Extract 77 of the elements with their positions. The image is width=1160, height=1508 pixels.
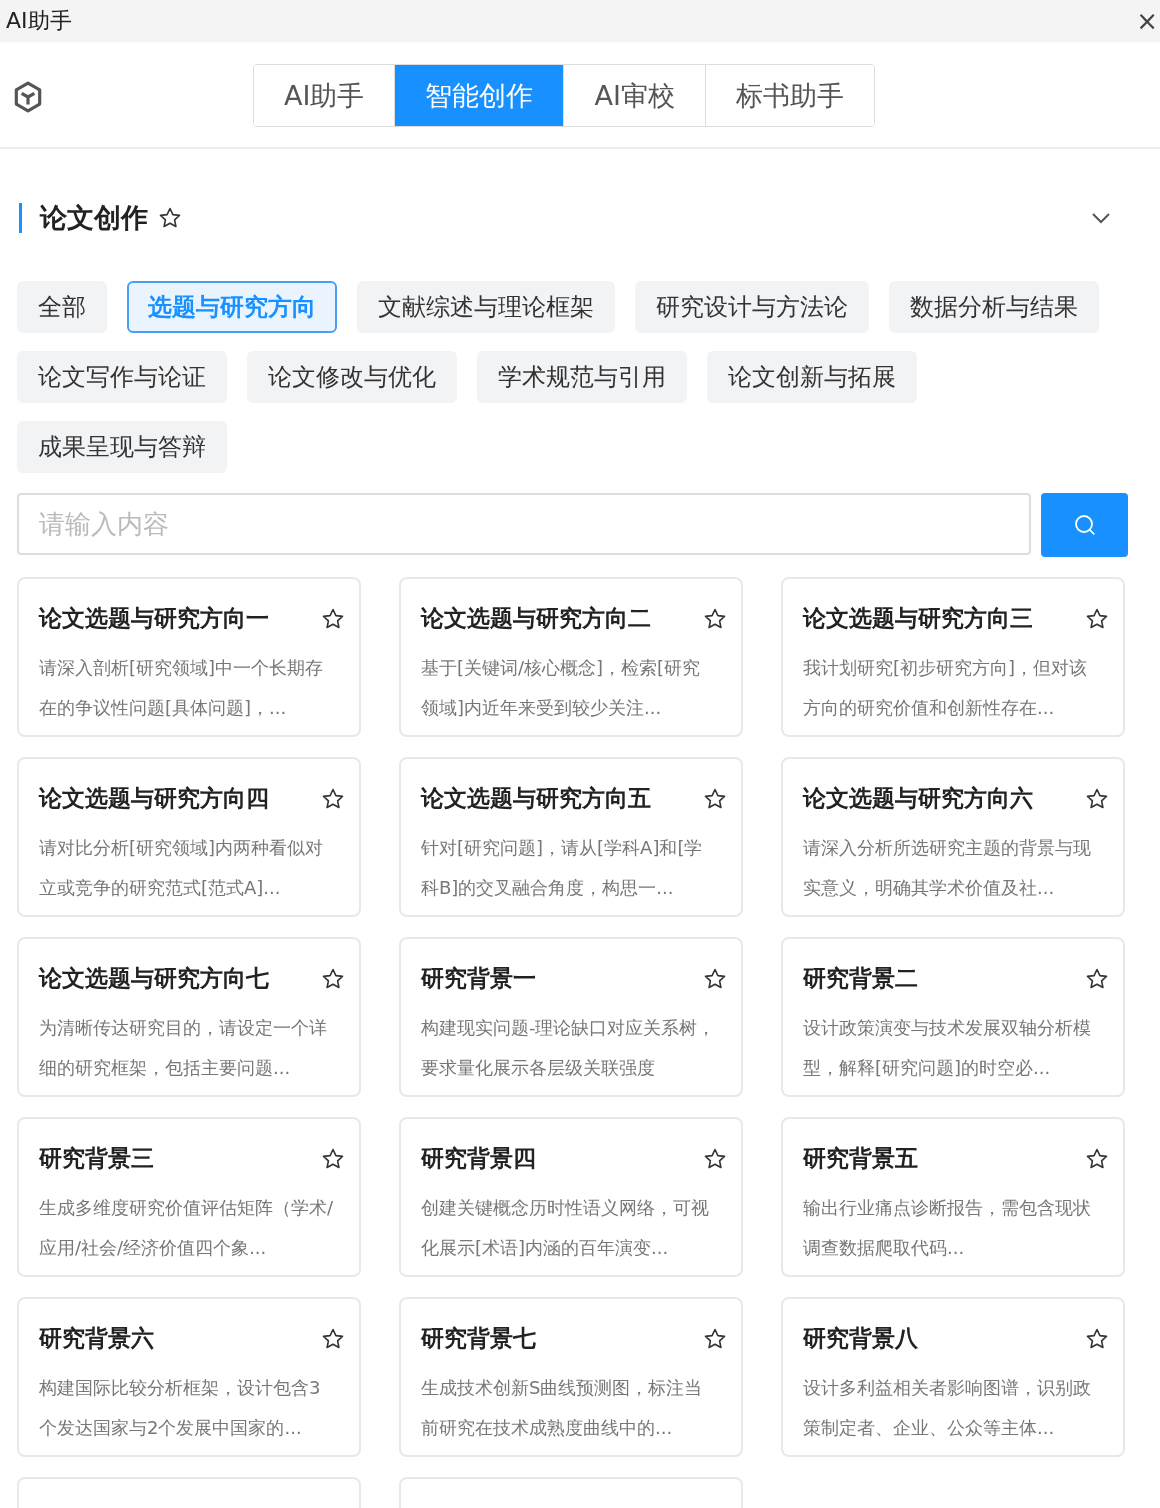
prompt-card[interactable]: 论文选题与研究方向六 请深入分析所选研究主题的背景与现实意义，明确其学术价值及社... [781, 757, 1125, 917]
category-chip[interactable]: 论文创新与拓展 [707, 351, 917, 403]
card-title: 论文选题与研究方向二 [421, 604, 651, 633]
card-title: 论文选题与研究方向四 [39, 784, 269, 813]
card-description: 构建现实问题-理论缺口对应关系树，要求量化展示各层级关联强度 [421, 1016, 717, 1080]
star-icon[interactable] [703, 1146, 727, 1171]
prompt-card[interactable]: 论文选题与研究方向二 基于[关键词/核心概念]，检索[研究领域]内近年来受到较少关注... [399, 577, 743, 737]
category-chip[interactable]: 文献综述与理论框架 [357, 281, 615, 333]
star-icon[interactable] [1085, 786, 1109, 811]
category-chip[interactable]: 学术规范与引用 [477, 351, 687, 403]
card-title: 研究背景一 [421, 964, 536, 993]
card-title: 论文选题与研究方向七 [39, 964, 269, 993]
prompt-card[interactable]: 研究背景八 设计多利益相关者影响图谱，识别政策制定者、企业、公众等主体... [781, 1297, 1125, 1457]
card-description: 请对比分析[研究领域]内两种看似对立或竞争的研究范式[范式A]... [39, 836, 325, 900]
card-description: 输出行业痛点诊断报告，需包含现状调查数据爬取代码... [803, 1196, 1092, 1260]
card-description: 生成技术创新S曲线预测图，标注当前研究在技术成熟度曲线中的... [421, 1376, 704, 1440]
card-title: 研究背景二 [803, 964, 918, 993]
section-title: 论文创作 [40, 201, 148, 235]
star-icon[interactable] [1085, 966, 1109, 991]
prompt-card[interactable]: 研究背景一 构建现实问题-理论缺口对应关系树，要求量化展示各层级关联强度 [399, 937, 743, 1097]
prompt-card[interactable]: 论文选题与研究方向五 针对[研究问题]，请从[学科A]和[学科B]的交叉融合角度，构思一... [399, 757, 743, 917]
category-chip[interactable]: 论文写作与论证 [17, 351, 227, 403]
close-button[interactable]: × [1134, 8, 1160, 34]
window-title: AI助手 [5, 7, 72, 35]
prompt-card[interactable]: 研究背景六 构建国际比较分析框架，设计包含3个发达国家与2个发展中国家的... [17, 1297, 361, 1457]
card-description: 为清晰传达研究目的，请设定一个详细的研究框架，包括主要问题... [39, 1016, 328, 1080]
star-icon[interactable] [703, 966, 727, 991]
category-chip[interactable]: 研究设计与方法论 [635, 281, 869, 333]
card-description: 设计政策演变与技术发展双轴分析模型，解释[研究问题]的时空必... [803, 1016, 1092, 1080]
category-chip[interactable]: 数据分析与结果 [889, 281, 1099, 333]
card-description: 构建国际比较分析框架，设计包含3个发达国家与2个发展中国家的... [39, 1376, 322, 1440]
card-title: 研究背景五 [803, 1144, 918, 1173]
prompt-card[interactable]: 研究背景三 生成多维度研究价值评估矩阵（学术/应用/社会/经济价值四个象... [17, 1117, 361, 1277]
star-icon[interactable] [703, 1326, 727, 1351]
star-icon[interactable] [321, 1146, 345, 1171]
prompt-card[interactable]: 论文选题与研究方向四 请对比分析[研究领域]内两种看似对立或竞争的研究范式[范式A]... [17, 757, 361, 917]
prompt-card[interactable]: 论文选题与研究方向三 我计划研究[初步研究方向]，但对该方向的研究价值和创新性存在... [781, 577, 1125, 737]
star-icon[interactable] [1085, 1326, 1109, 1351]
star-icon[interactable] [321, 786, 345, 811]
card-description: 请深入剖析[研究领域]中一个长期存在的争议性问题[具体问题]，... [39, 656, 325, 720]
card-title: 研究背景六 [39, 1324, 154, 1353]
star-icon[interactable] [321, 1326, 345, 1351]
card-description: 基于[关键词/核心概念]，检索[研究领域]内近年来受到较少关注... [421, 656, 702, 720]
card-description: 生成多维度研究价值评估矩阵（学术/应用/社会/经济价值四个象... [39, 1196, 335, 1260]
card-title: 研究背景八 [803, 1324, 918, 1353]
category-chip[interactable]: 成果呈现与答辩 [17, 421, 227, 473]
prompt-card[interactable]: 研究背景七 生成技术创新S曲线预测图，标注当前研究在技术成熟度曲线中的... [399, 1297, 743, 1457]
star-icon[interactable] [703, 606, 727, 631]
card-title: 研究背景七 [421, 1324, 536, 1353]
tab[interactable]: 标书助手 [704, 65, 874, 126]
star-icon[interactable] [703, 786, 727, 811]
card-title: 研究背景三 [39, 1144, 154, 1173]
card-title: 论文选题与研究方向五 [421, 784, 651, 813]
prompt-card[interactable]: 论文选题与研究方向一 请深入剖析[研究领域]中一个长期存在的争议性问题[具体问题]，... [17, 577, 361, 737]
prompt-card[interactable]: 论文选题与研究方向七 为清晰传达研究目的，请设定一个详细的研究框架，包括主要问题... [17, 937, 361, 1097]
star-icon[interactable] [158, 206, 182, 230]
accent-bar [19, 203, 22, 233]
prompt-card[interactable]: 研究背景四 创建关键概念历时性语义网络，可视化展示[术语]内涵的百年演变... [399, 1117, 743, 1277]
card-description: 针对[研究问题]，请从[学科A]和[学科B]的交叉融合角度，构思一... [421, 836, 704, 900]
card-description: 我计划研究[初步研究方向]，但对该方向的研究价值和创新性存在... [803, 656, 1089, 720]
search-icon [1072, 513, 1097, 537]
prompt-card[interactable]: 研究背景五 输出行业痛点诊断报告，需包含现状调查数据爬取代码... [781, 1117, 1125, 1277]
category-chip[interactable]: 全部 [17, 281, 107, 333]
star-icon[interactable] [321, 966, 345, 991]
prompt-card[interactable]: 研究背景二 设计政策演变与技术发展双轴分析模型，解释[研究问题]的时空必... [781, 937, 1125, 1097]
card-title: 论文选题与研究方向六 [803, 784, 1033, 813]
star-icon[interactable] [1085, 1146, 1109, 1171]
card-description: 请深入分析所选研究主题的背景与现实意义，明确其学术价值及社... [803, 836, 1092, 900]
star-icon[interactable] [321, 606, 345, 631]
card-title: 研究背景四 [421, 1144, 536, 1173]
star-icon[interactable] [1085, 606, 1109, 631]
card-title: 论文选题与研究方向一 [39, 604, 269, 633]
category-chip[interactable]: 论文修改与优化 [247, 351, 457, 403]
card-title: 论文选题与研究方向三 [803, 604, 1033, 633]
search-field[interactable]: 请输入内容 [17, 493, 1031, 555]
card-description: 创建关键概念历时性语义网络，可视化展示[术语]内涵的百年演变... [421, 1196, 710, 1260]
card-description: 设计多利益相关者影响图谱，识别政策制定者、企业、公众等主体... [803, 1376, 1092, 1440]
